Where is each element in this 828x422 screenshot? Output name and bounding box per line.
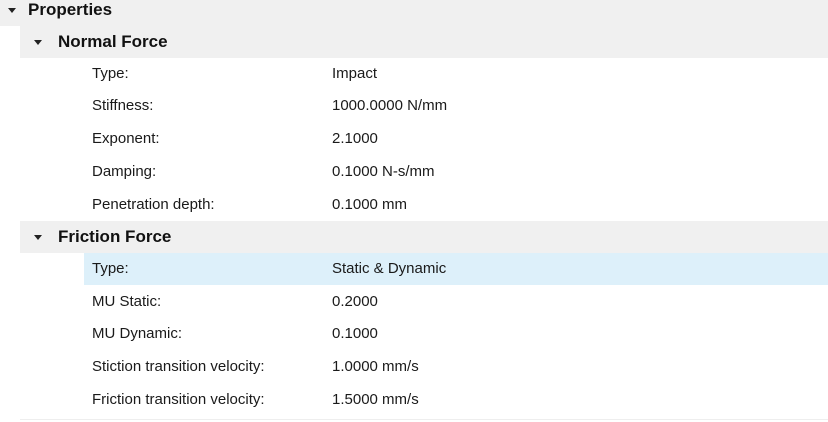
property-label: Friction transition velocity: [92, 391, 265, 408]
property-label: Type: [92, 65, 129, 82]
property-label: Stiction transition velocity: [92, 358, 265, 375]
property-label: Type: [92, 260, 129, 277]
collapse-caret-icon[interactable] [6, 4, 18, 16]
property-value[interactable]: 0.2000 [332, 293, 378, 310]
property-value[interactable]: Impact [332, 65, 377, 82]
collapse-caret-icon[interactable] [32, 231, 44, 243]
property-value[interactable]: 1.0000 mm/s [332, 358, 419, 375]
category-friction-force[interactable]: Friction Force [20, 221, 828, 253]
property-row-stiffness[interactable]: Stiffness: 1000.0000 N/mm [84, 90, 828, 122]
property-label: MU Dynamic: [92, 325, 183, 342]
property-value[interactable]: 0.1000 mm [332, 196, 407, 213]
property-label: Damping: [92, 163, 157, 180]
collapse-caret-icon[interactable] [32, 36, 44, 48]
category-normal-force[interactable]: Normal Force [20, 26, 828, 58]
property-row-type[interactable]: Type: Impact [84, 58, 828, 90]
property-value[interactable]: 2.1000 [332, 130, 378, 147]
property-row-penetration-depth[interactable]: Penetration depth: 0.1000 mm [84, 189, 828, 221]
property-label: Stiffness: [92, 97, 154, 114]
category-properties[interactable]: Properties [0, 0, 828, 26]
property-label: Penetration depth: [92, 196, 215, 213]
property-grid: Properties Normal Force Type: Impact Sti… [0, 0, 828, 422]
property-label: MU Static: [92, 293, 162, 310]
property-value[interactable]: Static & Dynamic [332, 260, 446, 277]
property-row-exponent[interactable]: Exponent: 2.1000 [84, 123, 828, 155]
grid-bottom-divider [20, 419, 828, 420]
property-row-stiction-transition-velocity[interactable]: Stiction transition velocity: 1.0000 mm/… [84, 351, 828, 383]
property-row-mu-static[interactable]: MU Static: 0.2000 [84, 286, 828, 318]
property-label: Exponent: [92, 130, 160, 147]
property-value[interactable]: 1.5000 mm/s [332, 391, 419, 408]
property-row-damping[interactable]: Damping: 0.1000 N-s/mm [84, 156, 828, 188]
property-row-mu-dynamic[interactable]: MU Dynamic: 0.1000 [84, 318, 828, 350]
category-title: Normal Force [58, 32, 168, 51]
property-value[interactable]: 0.1000 N-s/mm [332, 163, 435, 180]
property-value[interactable]: 1000.0000 N/mm [332, 97, 447, 114]
category-title: Friction Force [58, 227, 172, 246]
category-title: Properties [28, 0, 113, 19]
property-value[interactable]: 0.1000 [332, 325, 378, 342]
property-row-friction-type[interactable]: Type: Static & Dynamic [84, 253, 828, 285]
property-row-friction-transition-velocity[interactable]: Friction transition velocity: 1.5000 mm/… [84, 384, 828, 416]
